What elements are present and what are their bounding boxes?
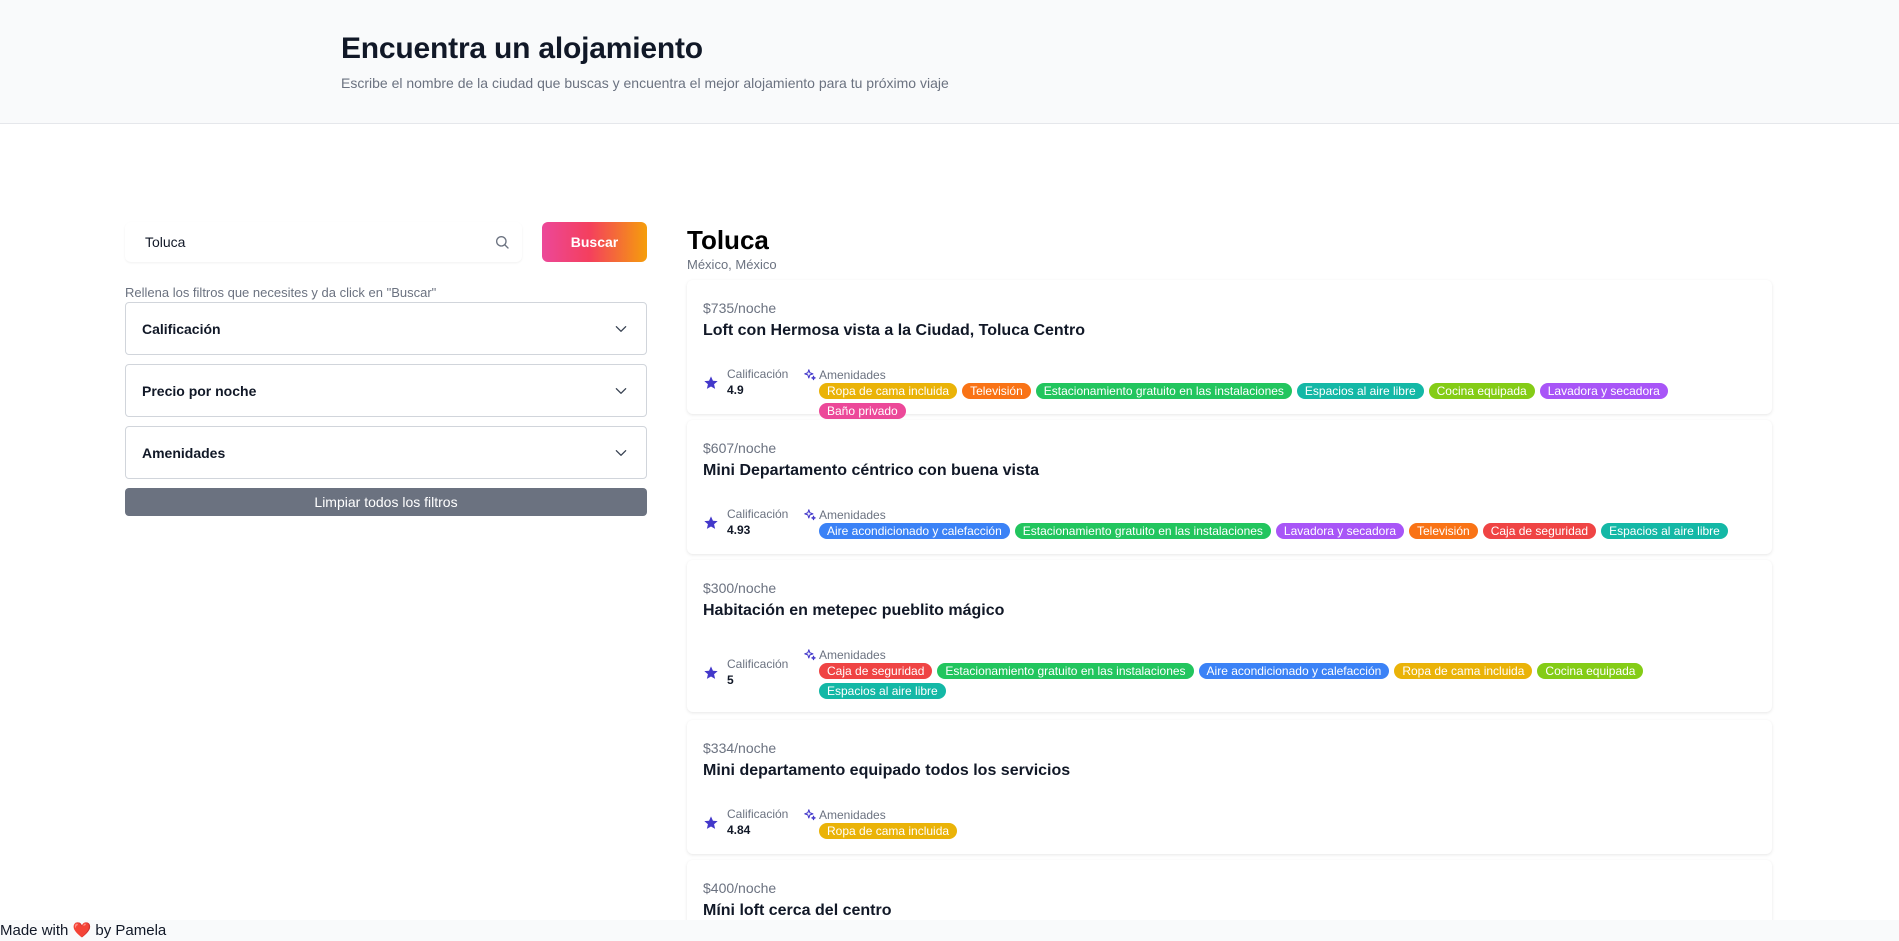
amenity-tag: Ropa de cama incluida: [819, 383, 958, 399]
listing-card[interactable]: $300/noche Habitación en metepec pueblit…: [687, 560, 1772, 712]
rating-label: Calificación: [727, 657, 789, 671]
amenity-tag: Espacios al aire libre: [819, 683, 946, 699]
amenity-tags: Ropa de cama incluida: [819, 823, 958, 839]
sparkles-icon: [804, 508, 816, 520]
rating-label: Calificación: [727, 807, 789, 821]
search-icon[interactable]: [494, 234, 510, 250]
rating-value: 5: [727, 673, 734, 687]
footer-prefix: Made with: [0, 922, 69, 939]
filter-price-label: Precio por noche: [142, 383, 257, 399]
amenity-tag: Lavadora y secadora: [1275, 523, 1404, 539]
amenity-tag: Espacios al aire libre: [1601, 523, 1728, 539]
page-subtitle: Escribe el nombre de la ciudad que busca…: [341, 75, 949, 91]
listing-card[interactable]: $334/noche Mini departamento equipado to…: [687, 720, 1772, 854]
heart-icon: ❤️: [72, 922, 92, 939]
filters-hint: Rellena los filtros que necesites y da c…: [125, 285, 437, 300]
amenity-tag: Espacios al aire libre: [1296, 383, 1424, 399]
sparkles-icon: [804, 648, 816, 660]
sparkles-icon: [804, 808, 816, 820]
amenity-tag: Televisión: [1409, 523, 1478, 539]
amenity-tag: Baño privado: [819, 403, 906, 419]
amenity-tag: Aire acondicionado y calefacción: [1198, 663, 1390, 679]
amenities-label: Amenidades: [819, 367, 886, 382]
amenities-block: Amenidades Ropa de cama incluida: [804, 807, 958, 839]
amenity-tag: Aire acondicionado y calefacción: [819, 523, 1010, 539]
amenity-tag: Estacionamiento gratuito en las instalac…: [937, 663, 1194, 679]
rating-label: Calificación: [727, 367, 789, 381]
listing-title: Mini Departamento céntrico con buena vis…: [703, 462, 1040, 479]
amenities-block: Amenidades Ropa de cama incluida Televisi…: [804, 367, 1749, 419]
filter-amenities-label: Amenidades: [142, 445, 226, 461]
rating-value: 4.93: [727, 523, 751, 537]
filter-amenities[interactable]: Amenidades: [125, 426, 647, 479]
listing-price: $607/noche: [703, 440, 777, 456]
rating-block: Calificación 5: [703, 657, 788, 688]
rating-value: 4.9: [727, 383, 744, 397]
page-title: Encuentra un alojamiento: [341, 32, 703, 65]
search-input[interactable]: [125, 222, 522, 262]
amenity-tags: Ropa de cama incluida Televisión Estaciona…: [819, 383, 1749, 419]
rating-block: Calificación 4.93: [703, 507, 788, 538]
rating-block: Calificación 4.84: [703, 807, 788, 838]
results-location: México, México: [687, 257, 777, 272]
listing-price: $300/noche: [703, 580, 777, 596]
star-icon: [704, 815, 718, 829]
amenity-tags: Aire acondicionado y calefacción Estacion…: [819, 523, 1728, 539]
sparkles-icon: [804, 368, 816, 380]
footer-suffix: by Pamela: [95, 922, 167, 939]
listing-title: Habitación en metepec pueblito mágico: [703, 602, 1005, 619]
amenities-label: Amenidades: [819, 507, 886, 522]
chevron-down-icon: [615, 388, 627, 394]
amenity-tag: Estacionamiento gratuito en las instalac…: [1035, 383, 1292, 399]
search-box: [125, 222, 522, 262]
amenity-tags: Caja de seguridad Estacionamiento gratuit…: [819, 663, 1749, 699]
listing-card[interactable]: $735/noche Loft con Hermosa vista a la C…: [687, 280, 1772, 419]
amenities-block: Amenidades Aire acondicionado y calefacc…: [804, 507, 1728, 539]
chevron-down-icon: [615, 450, 627, 456]
page-footer: Made with ❤️ by Pamela: [0, 920, 1899, 941]
amenity-tag: Televisión: [962, 383, 1031, 399]
amenity-tag: Lavadora y secadora: [1539, 383, 1668, 399]
star-icon: [704, 375, 718, 389]
amenity-tag: Cocina equipada: [1537, 663, 1644, 679]
listing-card[interactable]: $607/noche Mini Departamento céntrico co…: [687, 420, 1772, 554]
rating-value: 4.84: [727, 823, 751, 837]
chevron-down-icon: [615, 326, 627, 332]
amenities-label: Amenidades: [819, 807, 886, 822]
amenity-tag: Caja de seguridad: [819, 663, 933, 679]
listing-price: $334/noche: [703, 740, 777, 756]
amenity-tag: Ropa de cama incluida: [1394, 663, 1533, 679]
amenities-block: Amenidades Caja de seguridad Estacionamie…: [804, 647, 1749, 699]
star-icon: [704, 515, 718, 529]
star-icon: [704, 665, 718, 679]
listing-price: $735/noche: [703, 300, 777, 316]
listing-title: Loft con Hermosa vista a la Ciudad, Tolu…: [703, 322, 1085, 339]
amenity-tag: Cocina equipada: [1428, 383, 1535, 399]
filter-price[interactable]: Precio por noche: [125, 364, 647, 417]
results-city-title: Toluca: [687, 225, 769, 255]
listing-title: Mini departamento equipado todos los ser…: [703, 762, 1071, 779]
amenity-tag: Ropa de cama incluida: [819, 823, 958, 839]
clear-filters-button[interactable]: Limpiar todos los filtros: [125, 488, 647, 516]
listing-title: Míni loft cerca del centro: [703, 902, 892, 919]
amenities-label: Amenidades: [819, 647, 886, 662]
filter-rating[interactable]: Calificación: [125, 302, 647, 355]
listing-price: $400/noche: [703, 880, 777, 896]
amenity-tag: Caja de seguridad: [1482, 523, 1597, 539]
rating-label: Calificación: [727, 507, 789, 521]
rating-block: Calificación 4.9: [703, 367, 788, 398]
search-button[interactable]: Buscar: [542, 222, 647, 262]
amenity-tag: Estacionamiento gratuito en las instalac…: [1014, 523, 1271, 539]
page-header: Encuentra un alojamiento Escribe el nomb…: [0, 0, 1899, 124]
filter-rating-label: Calificación: [142, 321, 221, 337]
